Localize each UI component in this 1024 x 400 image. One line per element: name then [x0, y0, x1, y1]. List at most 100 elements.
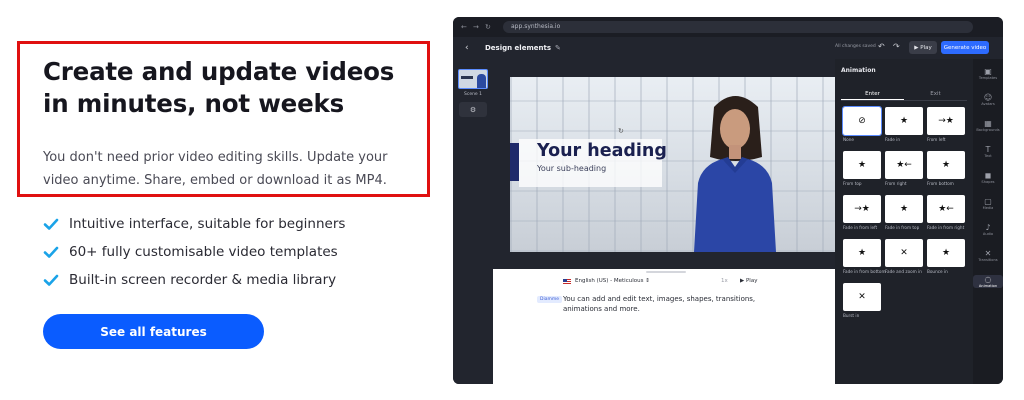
animation-option-fade-from-left[interactable]: →★ Fade in from left	[843, 195, 881, 230]
reload-icon[interactable]: ↻	[485, 23, 492, 31]
feature-item: Intuitive interface, suitable for beginn…	[43, 210, 345, 238]
arrow-down-star-icon: ★	[885, 195, 923, 223]
arrow-down-star-icon: ★	[843, 151, 881, 179]
play-button[interactable]: ▶ Play	[909, 41, 937, 54]
script-play-label: Play	[745, 278, 758, 284]
page-title: Create and update videos in minutes, not…	[43, 57, 395, 118]
text-icon: T	[985, 145, 991, 154]
animation-option-from-bottom[interactable]: ★ From bottom	[927, 151, 965, 186]
animation-icon: ◌	[984, 275, 992, 284]
script-play-button[interactable]: ▶ Play	[740, 278, 757, 284]
editor-header: ‹ Design elements ✎ All changes saved ↶ …	[453, 37, 1003, 59]
arrow-up-star-icon: ★	[927, 151, 965, 179]
heading-accent-bar	[510, 143, 519, 181]
animation-option-fade-from-bottom[interactable]: ★ Fade in from bottom	[843, 239, 886, 274]
avatar-presenter[interactable]	[680, 87, 790, 252]
resize-handle[interactable]	[646, 271, 686, 273]
chevron-left-icon[interactable]: ‹	[465, 43, 479, 53]
animation-label: Fade in from bottom	[843, 269, 886, 274]
animation-panel: Animation Enter Exit ⊘ None ★ Fade in →★ Fr…	[835, 59, 973, 384]
rail-label: Avatars	[981, 102, 995, 106]
feature-list: Intuitive interface, suitable for beginn…	[43, 210, 345, 294]
right-toolbar: ▣ Templates ☺ Avatars ▦ Backgrounds T Text ◼…	[973, 59, 1003, 384]
see-all-features-button[interactable]: See all features	[43, 314, 264, 349]
animation-option-fade-from-top[interactable]: ★ Fade in from top	[885, 195, 923, 230]
rail-animation[interactable]: ◌ Animation	[973, 275, 1003, 288]
slide-heading[interactable]: Your heading	[537, 141, 667, 161]
music-note-icon: ♪	[985, 223, 991, 232]
feature-label: Built-in screen recorder & media library	[69, 272, 337, 288]
animation-option-none[interactable]: ⊘ None	[842, 106, 882, 142]
rail-label: Media	[982, 206, 994, 210]
rail-label: Templates	[978, 76, 998, 80]
rotate-handle-icon[interactable]: ↻	[618, 127, 624, 135]
undo-icon[interactable]: ↶	[878, 42, 885, 51]
voice-label: English (US) - Meticulous	[575, 278, 644, 284]
animation-label: From right	[885, 181, 907, 186]
animation-tabs: Enter Exit	[841, 91, 967, 101]
us-flag-icon	[563, 278, 571, 284]
tab-exit[interactable]: Exit	[904, 91, 967, 100]
forward-arrow-icon[interactable]: →	[473, 23, 480, 31]
rail-audio[interactable]: ♪ Audio	[973, 223, 1003, 236]
feature-item: Built-in screen recorder & media library	[43, 266, 345, 294]
url-bar[interactable]: app.synthesia.io	[503, 21, 973, 33]
scene-thumb-avatar	[477, 74, 486, 88]
none-icon: ⊘	[842, 106, 882, 136]
scenes-panel: Scene 1 ⚙	[453, 59, 493, 384]
background-icon: ▦	[984, 119, 992, 128]
rail-label: Text	[984, 154, 992, 158]
scene-thumbnail[interactable]	[458, 69, 488, 89]
back-arrow-icon[interactable]: ←	[461, 23, 468, 31]
arrow-up-star-icon: ★	[843, 239, 881, 267]
animation-grid: ⊘ None ★ Fade in →★ From left ★ From top ★← F…	[842, 106, 969, 318]
canvas-area: ↻ Your heading Your sub-heading	[493, 59, 836, 269]
tab-enter[interactable]: Enter	[841, 91, 904, 100]
bounce-star-icon: ★	[927, 239, 965, 267]
animation-option-burst-in[interactable]: ✕ Burst in	[843, 283, 881, 318]
play-label: Play	[920, 44, 932, 51]
animation-label: Fade in from left	[843, 225, 878, 230]
script-text[interactable]: You can add and edit text, images, shape…	[563, 294, 783, 314]
animation-option-fade-zoom-in[interactable]: ✕ Fade and zoom in	[885, 239, 923, 274]
rail-avatars[interactable]: ☺ Avatars	[973, 93, 1003, 106]
feature-label: 60+ fully customisable video templates	[69, 244, 338, 260]
animation-option-from-top[interactable]: ★ From top	[843, 151, 881, 186]
burst-icon: ✕	[843, 283, 881, 311]
animation-option-from-right[interactable]: ★← From right	[885, 151, 923, 186]
animation-option-from-left[interactable]: →★ From left	[927, 107, 965, 142]
project-title[interactable]: Design elements	[485, 44, 551, 52]
script-panel: English (US) - Meticulous ⇕ 1x ▶ Play Di…	[493, 269, 835, 384]
script-tag[interactable]: Diamme	[537, 296, 563, 303]
rail-text[interactable]: T Text	[973, 145, 1003, 158]
slide-canvas[interactable]: ↻ Your heading Your sub-heading	[510, 77, 836, 252]
check-icon	[43, 218, 59, 230]
animation-option-fade-in[interactable]: ★ Fade in	[885, 107, 923, 142]
scene-settings-button[interactable]: ⚙	[459, 102, 487, 117]
rail-media[interactable]: ▢ Media	[973, 197, 1003, 210]
arrow-right-star-icon: →★	[843, 195, 881, 223]
animation-option-fade-from-right[interactable]: ★← Fade in from right	[927, 195, 965, 230]
animation-option-bounce-in[interactable]: ★ Bounce in	[927, 239, 965, 274]
pencil-icon[interactable]: ✎	[555, 44, 561, 52]
redo-icon[interactable]: ↷	[893, 42, 900, 51]
rail-label: Animation	[978, 284, 998, 288]
animation-label: From left	[927, 137, 946, 142]
slide-subheading[interactable]: Your sub-heading	[537, 164, 606, 173]
rail-transitions[interactable]: ✕ Transitions	[973, 249, 1003, 262]
generate-video-button[interactable]: Generate video	[941, 41, 989, 54]
rail-backgrounds[interactable]: ▦ Backgrounds	[973, 119, 1003, 132]
feature-label: Intuitive interface, suitable for beginn…	[69, 216, 346, 232]
voice-selector[interactable]: English (US) - Meticulous ⇕	[563, 278, 650, 284]
scene-thumb-heading	[461, 76, 473, 79]
speed-control[interactable]: 1x	[721, 278, 728, 284]
rail-shapes[interactable]: ◼ Shapes	[973, 171, 1003, 184]
rail-templates[interactable]: ▣ Templates	[973, 67, 1003, 80]
rail-label: Audio	[982, 232, 994, 236]
app-screenshot: ← → ↻ app.synthesia.io ‹ Design elements…	[453, 17, 1003, 384]
animation-label: Fade in	[885, 137, 900, 142]
animation-label: Fade in from right	[927, 225, 965, 230]
avatar-icon: ☺	[983, 93, 993, 102]
media-icon: ▢	[984, 197, 992, 206]
animation-label: Bounce in	[927, 269, 948, 274]
